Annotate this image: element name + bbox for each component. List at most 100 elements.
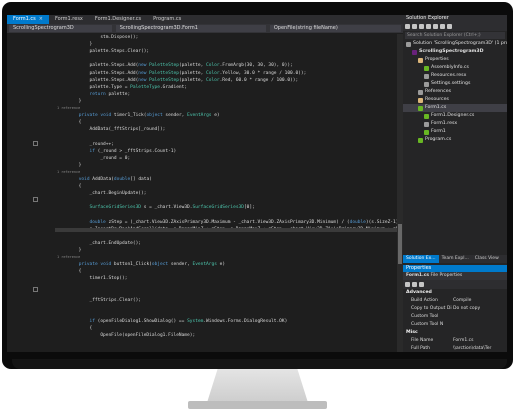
tab-program-cs[interactable]: Program.cs — [147, 15, 187, 24]
tree-item[interactable]: Resources.resx — [403, 72, 507, 80]
property-row[interactable]: Build Action Compile — [403, 297, 507, 305]
solution-search-input[interactable]: Search Solution Explorer (Ctrl+;) — [405, 32, 505, 39]
properties-object-selector[interactable]: Form1.cs File Properties — [403, 272, 507, 280]
tab-solution-explorer[interactable]: Solution Ex... — [403, 255, 439, 263]
code-line[interactable]: palette.Steps.Add(new PaletteStep(palett… — [57, 78, 299, 83]
tab-form1-cs[interactable]: Form1.cs × — [7, 15, 49, 24]
property-grid: Advanced Build Action Compile Copy to Outpu… — [403, 289, 507, 352]
code-line[interactable]: } — [57, 99, 82, 104]
code-line[interactable]: void AddData(double[] data) — [57, 177, 152, 182]
tab-class-view[interactable]: Class View — [472, 255, 502, 263]
tree-item[interactable]: Form1.resx — [403, 120, 507, 128]
tree-item[interactable]: References — [403, 88, 507, 96]
tab-label: Program.cs — [153, 16, 182, 22]
property-value[interactable]: Compile — [453, 297, 507, 305]
home-icon[interactable] — [419, 24, 424, 29]
code-line[interactable]: palette.Steps.Add(new PaletteStep(palett… — [57, 71, 307, 76]
tree-item[interactable]: AssemblyInfo.cs — [403, 64, 507, 72]
side-panels: Solution Explorer Search Solution Explor… — [403, 15, 507, 352]
collapse-all-icon[interactable] — [440, 24, 445, 29]
code-line[interactable]: if (_round > _fftStrips.Count-1) — [57, 149, 177, 154]
property-category[interactable]: Misc — [403, 329, 507, 337]
member-dropdown[interactable]: OpenFile(string fileName) — [269, 25, 401, 32]
class-dropdown[interactable]: ScrollingSpectrogram3D.Form1 — [115, 25, 266, 32]
property-value[interactable]: \\arction\data\Ter — [453, 345, 507, 352]
properties-icon[interactable] — [447, 24, 452, 29]
alphabetical-icon[interactable] — [412, 282, 417, 287]
code-line[interactable]: palette.Steps.Clear(); — [57, 49, 150, 54]
code-line[interactable]: private void button1_Click(object sender… — [57, 262, 225, 267]
tab-team-explorer[interactable]: Team Expl... — [439, 255, 472, 263]
code-line[interactable]: { — [57, 120, 82, 125]
code-line[interactable]: palette.Type = PaletteType.Gradient; — [57, 85, 188, 90]
code-line[interactable]: } — [57, 163, 82, 168]
tree-item[interactable]: ScrollingSpectrogram3D — [403, 48, 507, 56]
code-line[interactable]: } — [57, 42, 93, 47]
tree-item[interactable]: Form1.cs — [403, 104, 507, 112]
horizontal-scrollbar[interactable] — [55, 228, 397, 232]
code-line[interactable]: OpenFile(openFileDialog1.FileName); — [57, 333, 195, 338]
code-line[interactable]: { — [57, 269, 82, 274]
tree-item-label: AssemblyInfo.cs — [431, 65, 469, 70]
code-editor[interactable]: Form1.cs × Form1.resx Form1.Designer.cs P… — [7, 15, 428, 352]
code-line[interactable]: palette.Steps.Add(new PaletteStep(palett… — [57, 63, 293, 68]
side-tab-strip: Solution Ex... Team Expl... Class View — [403, 255, 507, 263]
code-area[interactable]: stm.Dispose(); } palette.Steps.Clear(); … — [7, 34, 428, 352]
code-line[interactable]: AddData(_fftStrips[_round]); — [57, 127, 166, 132]
tree-item[interactable]: Form1 — [403, 128, 507, 136]
code-line[interactable]: _chart.EndUpdate(); — [57, 241, 142, 246]
refresh-icon[interactable] — [433, 24, 438, 29]
reference-codelens[interactable]: 1 reference — [57, 170, 80, 175]
sync-icon[interactable] — [426, 24, 431, 29]
property-value[interactable] — [453, 313, 507, 321]
screen: Form1.cs × Form1.resx Form1.Designer.cs P… — [7, 15, 507, 352]
tree-item[interactable]: Form1.Designer.cs — [403, 112, 507, 120]
tree-item-label: References — [425, 89, 452, 94]
categorized-icon[interactable] — [405, 282, 410, 287]
file-icon — [424, 81, 429, 87]
property-value[interactable] — [453, 321, 507, 329]
property-row[interactable]: Full Path \\arction\data\Ter — [403, 345, 507, 352]
code-line[interactable]: private void timer1_Tick(object sender, … — [57, 113, 220, 118]
code-line[interactable]: stm.Dispose(); — [57, 35, 138, 40]
code-line[interactable]: _round++; — [57, 142, 114, 147]
property-row[interactable]: Copy to Output Di Do not copy — [403, 305, 507, 313]
code-line[interactable]: } — [57, 248, 82, 253]
tree-item[interactable]: Properties — [403, 56, 507, 64]
tree-item[interactable]: Resources — [403, 96, 507, 104]
file-icon — [418, 89, 423, 95]
object-type: File Properties — [430, 273, 463, 278]
property-row[interactable]: Custom Tool N — [403, 321, 507, 329]
tree-item[interactable]: Program.cs — [403, 136, 507, 144]
code-line[interactable]: _chart.BeginUpdate(); — [57, 191, 147, 196]
code-line[interactable]: double zStep = (_chart.View3D.ZAxisPrima… — [57, 220, 402, 225]
code-line[interactable]: { — [57, 184, 82, 189]
property-value[interactable]: Form1.cs — [453, 337, 507, 345]
reference-codelens[interactable]: 1 reference — [57, 255, 80, 260]
tree-item[interactable]: Solution 'ScrollingSpectrogram3D' (1 pro… — [403, 40, 507, 48]
back-icon[interactable] — [405, 24, 410, 29]
code-line[interactable]: SurfaceGridSeries3D s = _chart.View3D.Su… — [57, 205, 255, 210]
code-line[interactable]: if (openFileDialog1.ShowDialog() == Syst… — [57, 319, 288, 324]
code-line[interactable]: timer1.Stop(); — [57, 276, 128, 281]
tab-form1-designer[interactable]: Form1.Designer.cs — [89, 15, 147, 24]
code-line[interactable]: _fftStrips.Clear(); — [57, 298, 142, 303]
collapse-icon[interactable] — [33, 141, 38, 146]
tab-form1-resx[interactable]: Form1.resx — [49, 15, 89, 24]
code-line[interactable]: { — [57, 326, 93, 331]
tree-item[interactable]: Settings.settings — [403, 80, 507, 88]
forward-icon[interactable] — [412, 24, 417, 29]
property-row[interactable]: File Name Form1.cs — [403, 337, 507, 345]
code-line[interactable]: _round = 0; — [57, 156, 130, 161]
wrench-icon[interactable] — [419, 282, 424, 287]
property-row[interactable]: Custom Tool — [403, 313, 507, 321]
close-icon[interactable]: × — [39, 16, 43, 22]
scroll-thumb[interactable] — [398, 224, 402, 264]
collapse-icon[interactable] — [33, 287, 38, 292]
reference-codelens[interactable]: 1 reference — [57, 106, 80, 111]
property-value[interactable]: Do not copy — [453, 305, 507, 313]
project-dropdown[interactable]: ScrollingSpectrogram3D — [9, 25, 112, 32]
collapse-icon[interactable] — [33, 197, 38, 202]
code-line[interactable]: return palette; — [57, 92, 131, 97]
property-category[interactable]: Advanced — [403, 289, 507, 297]
